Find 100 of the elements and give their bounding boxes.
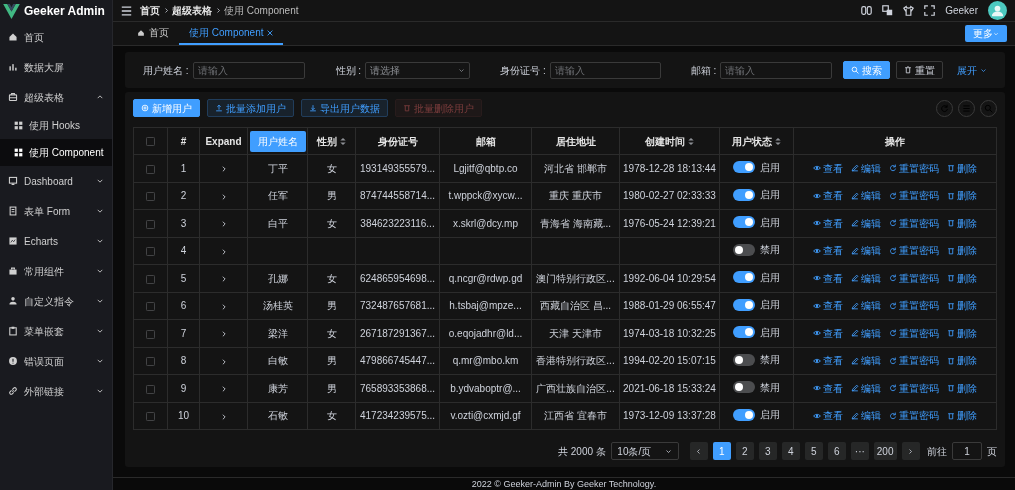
sidebar-item[interactable]: 常用组件 [0, 256, 112, 286]
reset-password-link[interactable]: 重置密码 [889, 298, 939, 313]
page-button[interactable]: ··· [850, 442, 869, 460]
breadcrumb-link[interactable]: 使用 Component [224, 3, 299, 18]
toggle-switch[interactable] [733, 243, 755, 256]
checkbox[interactable] [146, 412, 155, 422]
toggle-switch[interactable] [733, 271, 755, 283]
view-link[interactable]: 查看 [813, 408, 843, 423]
reset-password-link[interactable]: 重置密码 [889, 325, 939, 341]
edit-link[interactable]: 编辑 [851, 270, 881, 286]
page-button[interactable]: 3 [758, 442, 777, 460]
reset-button[interactable]: 重置 [896, 61, 944, 79]
checkbox[interactable] [146, 164, 155, 174]
toggle-switch[interactable] [733, 298, 755, 311]
fullscreen-icon[interactable] [924, 5, 936, 16]
toggle-switch[interactable] [733, 216, 755, 228]
input-field[interactable]: 请输入 [549, 61, 661, 79]
sidebar-item[interactable]: 自定义指令 [0, 286, 112, 316]
edit-link[interactable]: 编辑 [851, 408, 881, 423]
page-button[interactable]: 4 [781, 442, 800, 460]
reset-password-link[interactable]: 重置密码 [889, 215, 939, 231]
delete-link[interactable]: 删除 [947, 408, 977, 423]
checkbox[interactable] [146, 329, 155, 339]
toggle-switch[interactable] [733, 188, 755, 201]
delete-link[interactable]: 删除 [947, 215, 977, 231]
reset-password-link[interactable]: 重置密码 [889, 160, 939, 176]
toggle-switch[interactable] [733, 326, 755, 338]
checkbox[interactable] [146, 302, 155, 312]
toolbar-button[interactable]: 导出用户数据 [301, 99, 388, 117]
reset-password-link[interactable]: 重置密码 [889, 380, 939, 396]
delete-link[interactable]: 删除 [947, 188, 977, 203]
view-link[interactable]: 查看 [813, 353, 843, 368]
toggle-switch[interactable] [733, 408, 755, 421]
sidebar-item[interactable]: Echarts [0, 226, 112, 256]
reset-password-link[interactable]: 重置密码 [889, 353, 939, 368]
delete-link[interactable]: 删除 [947, 325, 977, 341]
reset-password-link[interactable]: 重置密码 [889, 270, 939, 286]
view-link[interactable]: 查看 [813, 270, 843, 286]
shirt-icon[interactable] [903, 5, 915, 16]
view-link[interactable]: 查看 [813, 215, 843, 231]
expand-link[interactable]: 展开 [949, 61, 996, 79]
reset-password-link[interactable]: 重置密码 [889, 243, 939, 258]
sidebar-item[interactable]: 超级表格 [0, 82, 112, 112]
view-link[interactable]: 查看 [813, 298, 843, 313]
toggle-switch[interactable] [733, 381, 755, 393]
page-button[interactable]: 5 [804, 442, 823, 460]
delete-link[interactable]: 删除 [947, 243, 977, 258]
view-link[interactable]: 查看 [813, 325, 843, 341]
sidebar-item[interactable]: 表单 Form [0, 196, 112, 226]
checkbox[interactable] [146, 357, 155, 367]
sidebar-item[interactable]: 菜单嵌套 [0, 316, 112, 346]
edit-link[interactable]: 编辑 [851, 298, 881, 313]
delete-link[interactable]: 删除 [947, 298, 977, 313]
edit-link[interactable]: 编辑 [851, 353, 881, 368]
close-icon[interactable] [267, 29, 274, 36]
toolbar-button[interactable]: 批量添加用户 [207, 99, 294, 117]
edit-link[interactable]: 编辑 [851, 160, 881, 176]
tab[interactable]: 首页 [127, 22, 179, 45]
delete-link[interactable]: 删除 [947, 160, 977, 176]
edit-link[interactable]: 编辑 [851, 380, 881, 396]
select-field[interactable]: 请选择 [365, 61, 471, 79]
page-button[interactable]: 6 [827, 442, 846, 460]
edit-link[interactable]: 编辑 [851, 325, 881, 341]
reset-password-link[interactable]: 重置密码 [889, 408, 939, 423]
page-size-select[interactable]: 10条/页 [610, 442, 679, 460]
view-link[interactable]: 查看 [813, 188, 843, 203]
input-field[interactable]: 请输入 [720, 61, 833, 79]
input-field[interactable]: 请输入 [192, 61, 305, 79]
breadcrumb-link[interactable]: 超级表格 [172, 3, 212, 18]
checkbox[interactable] [146, 384, 155, 394]
checkbox[interactable] [146, 274, 155, 284]
sidebar-item[interactable]: Dashboard [0, 166, 112, 196]
delete-link[interactable]: 删除 [947, 380, 977, 396]
sidebar-item[interactable]: 数据大屏 [0, 52, 112, 82]
toggle-switch[interactable] [733, 161, 755, 173]
reset-password-link[interactable]: 重置密码 [889, 188, 939, 203]
checkbox[interactable] [146, 137, 155, 147]
checkbox[interactable] [146, 219, 155, 229]
edit-link[interactable]: 编辑 [851, 215, 881, 231]
page-button[interactable]: 200 [873, 442, 897, 460]
menu-icon[interactable] [121, 5, 132, 16]
edit-link[interactable]: 编辑 [851, 243, 881, 258]
page-input[interactable]: 1 [952, 442, 982, 460]
view-link[interactable]: 查看 [813, 243, 843, 258]
view-link[interactable]: 查看 [813, 160, 843, 176]
sidebar-item[interactable]: 使用 Component [0, 139, 112, 166]
delete-link[interactable]: 删除 [947, 270, 977, 286]
breadcrumb-link[interactable]: 首页 [140, 3, 160, 18]
sidebar-item[interactable]: 外部链接 [0, 376, 112, 406]
tab[interactable]: 使用 Component [179, 22, 284, 45]
sidebar-item[interactable]: 使用 Hooks [0, 112, 112, 139]
sidebar-item[interactable]: 错误页面 [0, 346, 112, 376]
page-button[interactable]: 2 [735, 442, 754, 460]
toggle-switch[interactable] [733, 353, 755, 366]
checkbox[interactable] [146, 192, 155, 202]
checkbox[interactable] [146, 247, 155, 257]
edit-link[interactable]: 编辑 [851, 188, 881, 203]
avatar[interactable] [988, 1, 1007, 20]
sidebar-item[interactable]: 首页 [0, 22, 112, 52]
delete-link[interactable]: 删除 [947, 353, 977, 368]
